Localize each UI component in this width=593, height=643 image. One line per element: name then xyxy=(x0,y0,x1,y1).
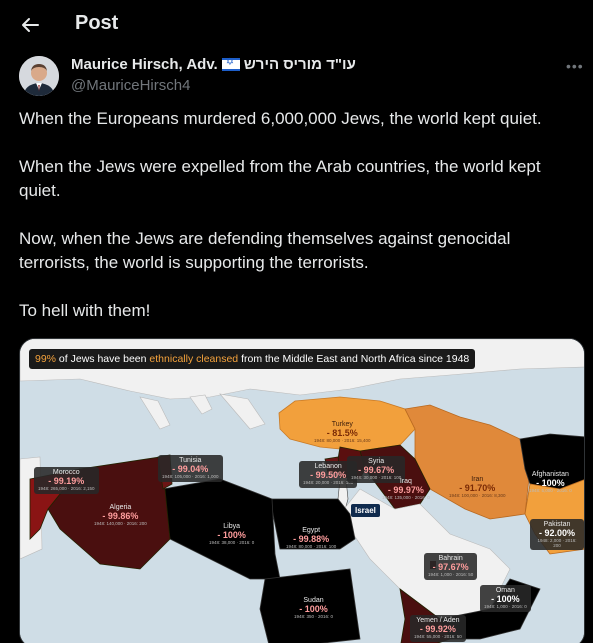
country-label-yemen: Yemen / Aden - 99.92% 1948: 55,000 · 201… xyxy=(410,615,466,642)
country-stats: 1948: 20,000 · 2016: 100 xyxy=(303,479,354,485)
country-stats: 1948: 1,000 · 2016: 50 xyxy=(428,571,474,577)
avatar[interactable] xyxy=(19,56,59,96)
country-label-tunisia: Tunisia - 99.04% 1948: 105,000 · 2016: 1… xyxy=(158,455,223,482)
country-stats: 1948: 105,000 · 2016: 1,000 xyxy=(162,473,219,479)
country-stats: 1948: 350 · 2016: 0 xyxy=(294,613,334,619)
country-stats: 1948: 265,000 · 2016: 2,150 xyxy=(38,485,95,491)
post-paragraph: Now, when the Jews are defending themsel… xyxy=(19,229,516,272)
back-arrow-icon[interactable] xyxy=(18,13,42,37)
banner-pct: 99% xyxy=(35,353,57,365)
banner-highlight: ethnically cleansed xyxy=(149,353,239,365)
post-media-map[interactable]: 99% of Jews have been ethnically cleanse… xyxy=(19,338,585,643)
country-stats: 1948: 80,000 · 2016: 100 xyxy=(286,543,337,549)
page-title: Post xyxy=(75,12,119,34)
country-stats: 1948: 80,000 · 2016: 15,400 xyxy=(314,437,371,443)
banner-text-b: from the Middle East and North Africa si… xyxy=(238,353,470,365)
israel-label: Israel xyxy=(351,504,380,517)
author-name[interactable]: Maurice Hirsch, Adv. עו"ד מוריס הירש xyxy=(71,56,356,73)
post-paragraph: When the Jews were expelled from the Ara… xyxy=(19,157,546,200)
country-label-pakistan: Pakistan - 92.00% 1948: 2,000 · 2016: 20… xyxy=(530,519,584,551)
country-label-sudan: Sudan - 100% 1948: 350 · 2016: 0 xyxy=(290,595,337,622)
country-stats: 1948: 38,000 · 2016: 0 xyxy=(209,539,255,545)
country-stats: 1948: 1,000 · 2016: 0 xyxy=(484,603,527,609)
country-stats: 1948: 5,000 · 2016: 0 xyxy=(529,487,572,493)
country-stats: 1948: 2,000 · 2016: 200 xyxy=(537,537,577,548)
author-handle[interactable]: @MauriceHirsch4 xyxy=(71,77,190,94)
country-label-algeria: Algeria - 99.86% 1948: 140,000 · 2016: 2… xyxy=(90,502,151,529)
country-label-libya: Libya - 100% 1948: 38,000 · 2016: 0 xyxy=(205,521,258,548)
country-label-iraq: Iraq - 99.97% 1948: 135,000 · 2016: 0 xyxy=(378,476,434,503)
country-label-afghanistan: Afghanistan - 100% 1948: 5,000 · 2016: 0 xyxy=(525,469,576,496)
post-header: Post xyxy=(0,0,593,50)
post-paragraph: To hell with them! xyxy=(19,301,151,320)
author-name-hebrew: עו"ד מוריס הירש xyxy=(243,56,356,73)
country-stats: 1948: 135,000 · 2016: 0 xyxy=(382,494,430,500)
map-banner: 99% of Jews have been ethnically cleanse… xyxy=(29,349,476,369)
country-label-bahrain: Bahrain - 97.67% 1948: 1,000 · 2016: 50 xyxy=(424,553,478,580)
country-label-morocco: Morocco - 99.19% 1948: 265,000 · 2016: 2… xyxy=(34,467,99,494)
country-stats: 1948: 140,000 · 2016: 200 xyxy=(94,520,147,526)
banner-text-a: of Jews have been xyxy=(56,353,150,365)
country-label-egypt: Egypt - 99.88% 1948: 80,000 · 2016: 100 xyxy=(282,525,340,552)
country-label-turkey: Turkey - 81.5% 1948: 80,000 · 2016: 15,4… xyxy=(310,419,375,446)
author-name-text: Maurice Hirsch, Adv. xyxy=(71,56,218,73)
israel-flag-icon xyxy=(221,57,240,71)
country-label-oman: Oman - 100% 1948: 1,000 · 2016: 0 xyxy=(480,585,531,612)
country-stats: 1948: 100,000 · 2016: 8,300 xyxy=(449,492,506,498)
country-stats: 1948: 55,000 · 2016: 50 xyxy=(414,633,462,639)
more-options-icon[interactable]: ••• xyxy=(566,58,584,74)
post-text: When the Europeans murdered 6,000,000 Je… xyxy=(19,107,579,347)
country-label-iran: Iran - 91.70% 1948: 100,000 · 2016: 8,30… xyxy=(445,474,510,501)
post-paragraph: When the Europeans murdered 6,000,000 Je… xyxy=(19,109,542,128)
